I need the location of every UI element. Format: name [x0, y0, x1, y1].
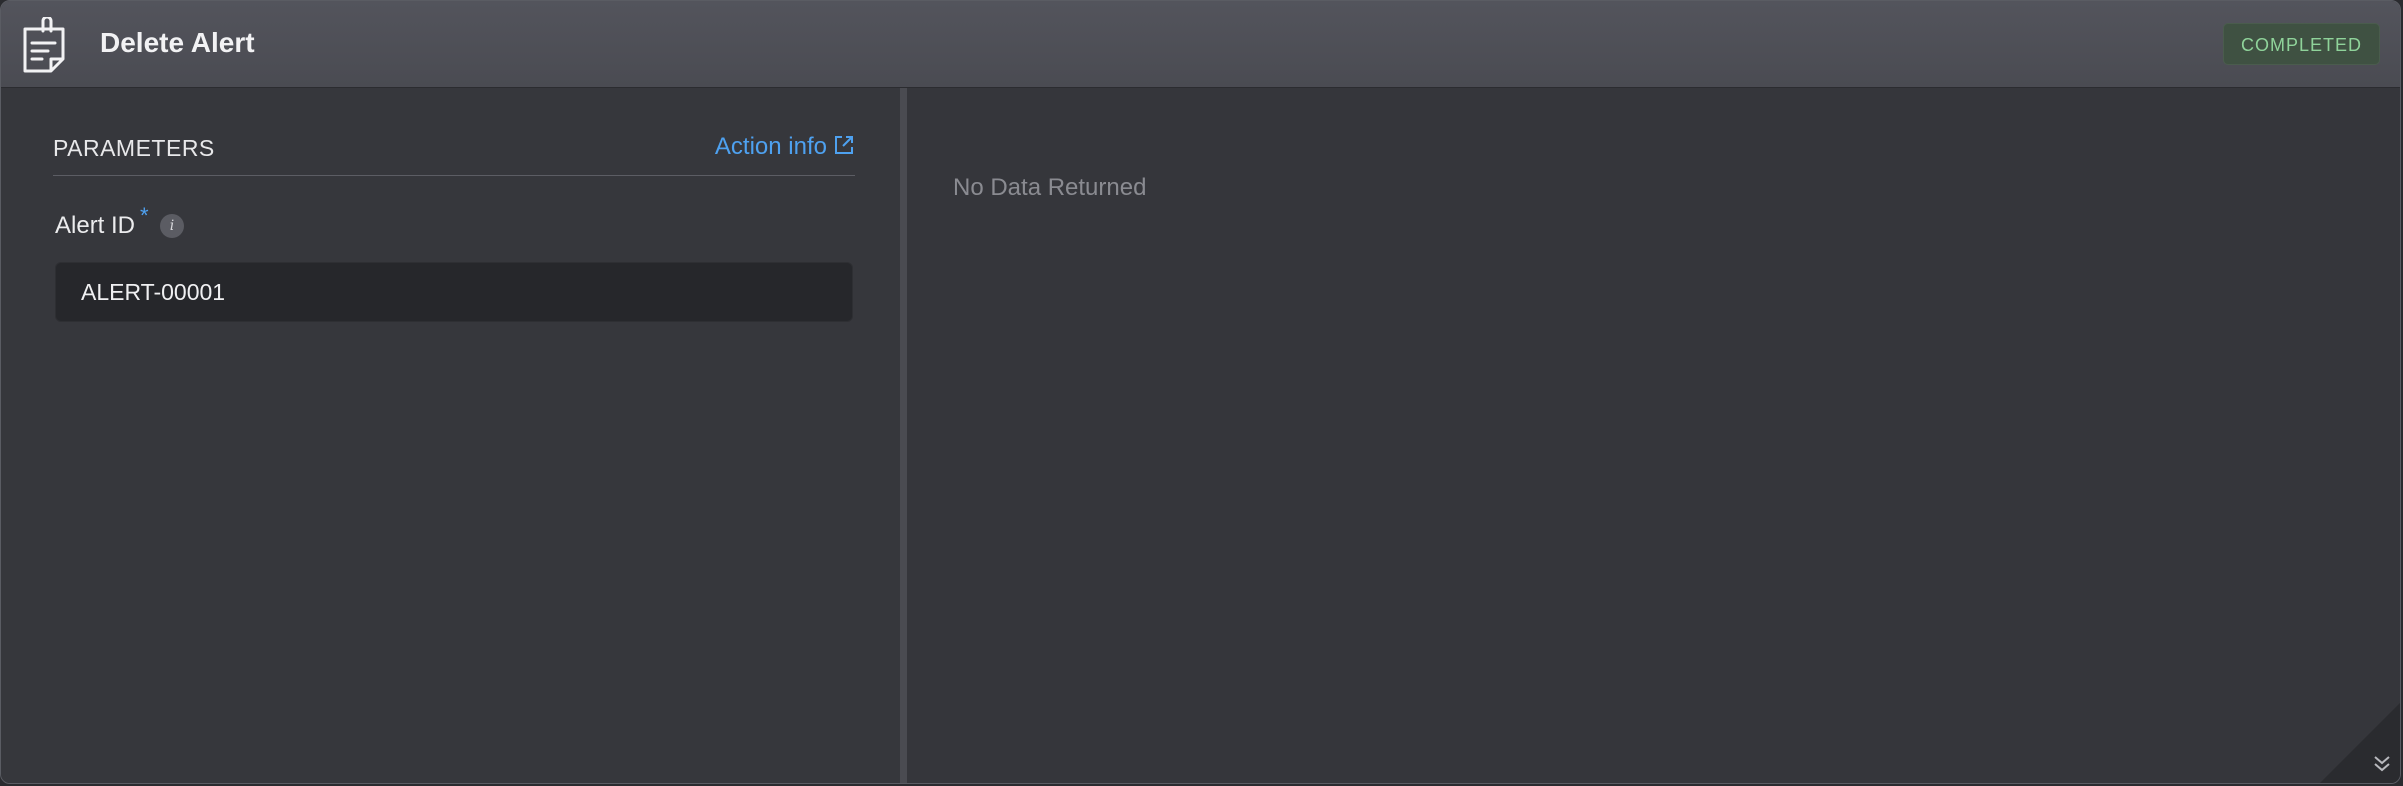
no-data-message: No Data Returned — [953, 174, 1147, 201]
alert-id-field[interactable]: ALERT-00001 — [55, 262, 853, 322]
header-bar: Delete Alert COMPLETED — [1, 1, 2400, 88]
status-badge: COMPLETED — [2222, 23, 2380, 65]
external-link-icon — [835, 136, 853, 154]
chevrons-down-icon[interactable] — [2320, 703, 2400, 783]
info-icon[interactable]: i — [160, 214, 184, 238]
alert-id-label: Alert ID — [55, 212, 136, 239]
action-info-link[interactable]: Action info — [715, 132, 855, 162]
result-panel: No Data Returned — [907, 88, 2400, 783]
clipboard-note-icon — [23, 17, 65, 73]
required-marker: * — [140, 203, 149, 228]
page-title: Delete Alert — [100, 27, 255, 58]
parameters-heading: PARAMETERS — [53, 135, 215, 161]
action-info-label: Action info — [714, 133, 827, 160]
parameters-panel: PARAMETERS Action info Alert ID * i ALER… — [1, 88, 900, 783]
section-divider — [53, 175, 855, 176]
action-result-window: Delete Alert COMPLETED PARAMETERS Action… — [0, 0, 2401, 784]
panel-divider[interactable] — [900, 88, 907, 783]
